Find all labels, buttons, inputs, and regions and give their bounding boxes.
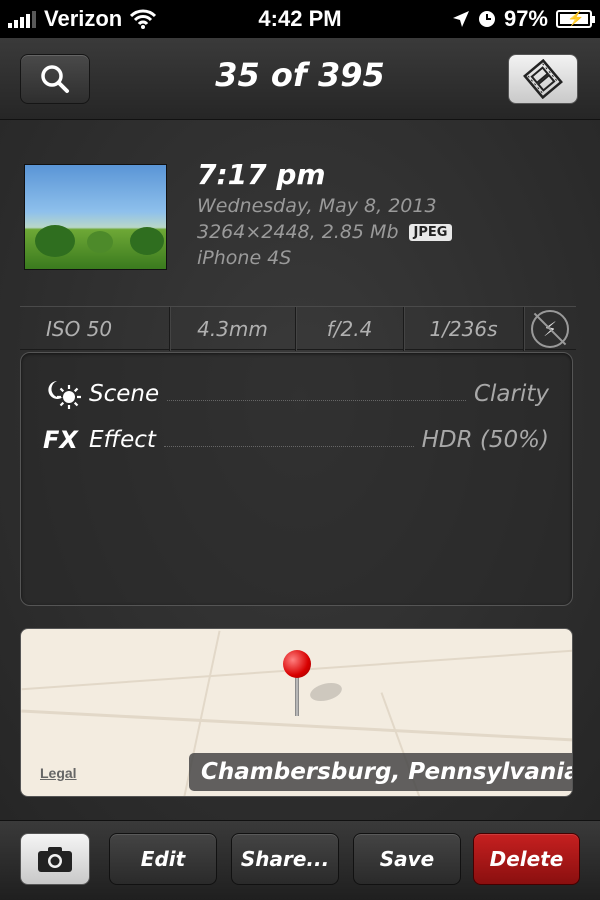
photo-time: 7:17 pm [197, 158, 326, 191]
battery-charging-icon: ⚡ [556, 10, 595, 28]
exif-shutter: 1/236s [404, 307, 524, 351]
scene-row: Scene Clarity [43, 375, 549, 413]
legal-link[interactable]: Legal [40, 765, 77, 781]
edit-button[interactable]: Edit [109, 833, 217, 885]
fx-icon: FX [43, 426, 78, 454]
photo-date: Wednesday, May 8, 2013 [197, 195, 437, 217]
share-button[interactable]: Share... [231, 833, 339, 885]
photo-details: 7:17 pm Wednesday, May 8, 2013 3264×2448… [0, 120, 600, 820]
bottom-toolbar: Edit Share... Save Delete [0, 820, 600, 900]
edits-panel: Scene Clarity FX Effect HDR (50%) [20, 352, 573, 606]
exif-iso: ISO 50 [20, 307, 170, 351]
photo-dimensions-row: 3264×2448, 2.85 Mb JPEG [197, 221, 453, 243]
photo-info: 7:17 pm Wednesday, May 8, 2013 3264×2448… [197, 158, 453, 269]
map-pin-icon[interactable] [283, 650, 311, 678]
exif-bar: ISO 50 4.3mm f/2.4 1/236s ⚡ [20, 306, 576, 351]
status-right: 97% ⚡ [452, 6, 595, 32]
photo-device: iPhone 4S [197, 247, 292, 269]
exif-focal-length: 4.3mm [170, 307, 296, 351]
effect-label: Effect [89, 427, 156, 453]
top-nav-bar: 35 of 395 [0, 38, 600, 120]
film-strip-button[interactable] [508, 54, 578, 104]
location-map[interactable]: Legal Chambersburg, Pennsylvania [20, 628, 573, 797]
clock-icon [478, 11, 495, 27]
exif-flash: ⚡ [524, 307, 576, 351]
moon-sun-icon [43, 377, 89, 411]
location-label: Chambersburg, Pennsylvania [189, 753, 572, 791]
no-flash-icon: ⚡ [531, 310, 569, 348]
delete-button[interactable]: Delete [473, 833, 580, 885]
save-button[interactable]: Save [353, 833, 461, 885]
scene-value: Clarity [473, 381, 549, 407]
photo-resolution-size: 3264×2448, 2.85 Mb [197, 221, 399, 243]
status-bar: Verizon 4:42 PM 97% ⚡ [0, 0, 600, 38]
format-badge: JPEG [408, 223, 453, 241]
location-arrow-icon [452, 11, 469, 27]
scene-label: Scene [89, 381, 160, 407]
film-strip-icon [523, 59, 563, 99]
battery-percent: 97% [503, 6, 548, 31]
photo-thumbnail[interactable] [24, 164, 167, 270]
camera-button[interactable] [20, 833, 90, 885]
effect-row: FX Effect HDR (50%) [43, 421, 549, 459]
effect-value: HDR (50%) [421, 427, 549, 453]
camera-icon [38, 847, 72, 872]
exif-aperture: f/2.4 [296, 307, 404, 351]
